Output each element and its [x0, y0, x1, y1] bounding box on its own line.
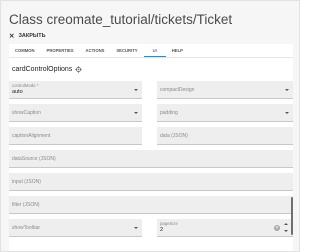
data-json-label: data (JSON): [160, 133, 188, 139]
gear-icon[interactable]: [75, 66, 83, 73]
section-title: cardControlOptions: [12, 66, 73, 73]
data-source-json-field[interactable]: dataSource (JSON): [9, 150, 293, 168]
chevron-down-icon: [134, 227, 138, 229]
chevron-down-icon: [285, 112, 289, 114]
caption-alignment-label: captionAlignment: [12, 133, 51, 139]
tab-bar: COMMON PROPERTIES ACTIONS SECURITY UI HE…: [9, 44, 293, 58]
compact-design-select[interactable]: compactDesign: [157, 81, 293, 99]
show-toolbar-label: showToolbar: [12, 225, 41, 231]
filter-json-label: filter (JSON): [12, 202, 40, 208]
control-mode-value: auto: [12, 89, 23, 95]
close-button[interactable]: ✕ ЗАКРЫТЬ: [9, 32, 46, 40]
padding-select[interactable]: padding: [157, 104, 293, 122]
tab-security[interactable]: SECURITY: [110, 44, 143, 57]
page-size-field[interactable]: pageSize 2 ✕: [157, 219, 293, 237]
tab-actions[interactable]: ACTIONS: [80, 44, 111, 57]
input-json-label: input (JSON): [12, 179, 41, 185]
caption-alignment-field[interactable]: captionAlignment: [9, 127, 142, 145]
clear-icon[interactable]: ✕: [274, 225, 280, 231]
data-source-json-label: dataSource (JSON): [12, 156, 56, 162]
tab-properties[interactable]: PROPERTIES: [41, 44, 80, 57]
number-stepper[interactable]: [283, 223, 288, 232]
show-caption-select[interactable]: showCaption: [9, 104, 142, 122]
dialog-title: Class creomate_tutorial/tickets/Ticket: [9, 12, 233, 27]
show-caption-label: showCaption: [12, 110, 41, 116]
page-size-label: pageSize: [160, 221, 178, 226]
tab-ui[interactable]: UI: [143, 44, 166, 57]
padding-label: padding: [160, 110, 178, 116]
input-json-field[interactable]: input (JSON): [9, 173, 293, 191]
panel-scrollbar[interactable]: [291, 197, 293, 235]
tab-common[interactable]: COMMON: [9, 44, 41, 57]
show-toolbar-select[interactable]: showToolbar: [9, 219, 142, 237]
close-label: ЗАКРЫТЬ: [18, 33, 46, 39]
control-mode-label: controlMode *: [12, 83, 39, 88]
chevron-down-icon: [285, 89, 289, 91]
ui-panel: cardControlOptions controlMode * auto co…: [9, 58, 293, 251]
section-header: cardControlOptions: [12, 66, 83, 73]
compact-design-label: compactDesign: [160, 87, 195, 93]
tab-help[interactable]: HELP: [166, 44, 189, 57]
close-icon: ✕: [9, 33, 15, 40]
decrement-icon[interactable]: [283, 230, 288, 232]
chevron-down-icon: [134, 112, 138, 114]
data-json-field[interactable]: data (JSON): [157, 127, 293, 145]
increment-icon[interactable]: [283, 223, 288, 225]
chevron-down-icon: [134, 89, 138, 91]
page-size-value: 2: [160, 227, 164, 233]
filter-json-field[interactable]: filter (JSON): [9, 196, 293, 214]
class-dialog: Class creomate_tutorial/tickets/Ticket ✕…: [0, 0, 300, 252]
control-mode-select[interactable]: controlMode * auto: [9, 81, 142, 99]
